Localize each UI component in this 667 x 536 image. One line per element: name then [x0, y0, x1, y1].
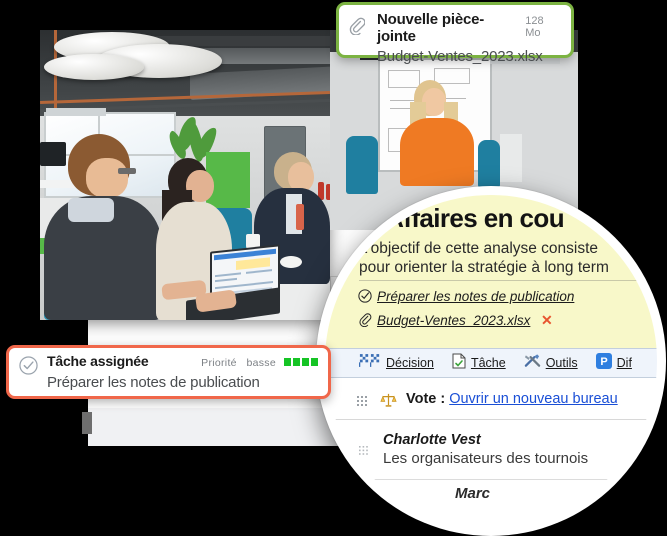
background-document-edge — [82, 412, 92, 434]
file-name-text: Budget-Ventes_2023.xlsx — [377, 313, 531, 328]
priority-label: Priorité basse — [201, 357, 276, 369]
toolbar-item-decision[interactable]: Décision — [359, 353, 434, 373]
p-badge-icon: P — [595, 352, 612, 374]
priority-label-text: Priorité — [201, 357, 237, 369]
person-name: Charlotte Vest — [383, 432, 481, 448]
magnifier-lens: 5. Affaires en cou L'objectif de cette a… — [316, 186, 666, 536]
toolbar-item-task[interactable]: Tâche — [452, 353, 506, 374]
magnifier-viewport: 5. Affaires en cou L'objectif de cette a… — [325, 195, 657, 527]
attachment-notification[interactable]: Nouvelle pièce-jointe 128 Mo Budget-Vent… — [336, 2, 574, 65]
task-document-icon — [452, 353, 466, 374]
person-row: Charlotte Vest Les organisateurs des tou… — [325, 427, 657, 480]
vote-label: Vote : — [406, 391, 446, 407]
priority-value-text: basse — [246, 357, 276, 369]
toolbar-item-diffusion[interactable]: P Dif — [595, 352, 632, 374]
person-row-divider — [359, 479, 657, 480]
document-toolbar: Décision Tâche Outils P Dif — [325, 348, 657, 378]
close-x-icon[interactable]: ✕ — [541, 312, 553, 329]
next-row-text: Marc — [455, 485, 491, 502]
toolbar-item-tools[interactable]: Outils — [524, 353, 578, 374]
linked-task-label[interactable]: Préparer les notes de publication — [377, 289, 574, 304]
attachment-title: Nouvelle pièce-jointe — [377, 11, 485, 45]
screenshot-stage: d... — [0, 0, 667, 536]
drag-grip-icon[interactable] — [359, 442, 368, 455]
paragraph-line-2: pour orienter la stratégie à long term — [359, 259, 609, 276]
toolbar-label-decision: Décision — [386, 356, 434, 370]
section-heading: 5. Affaires en cou — [359, 203, 565, 233]
svg-text:P: P — [600, 356, 607, 368]
vote-row: Vote : Ouvrir un nouveau bureau — [325, 379, 657, 420]
task-notification[interactable]: Tâche assignée Priorité basse Préparer l… — [6, 345, 331, 399]
scales-icon — [380, 391, 397, 408]
section-divider — [359, 280, 657, 281]
office-meeting-photo — [40, 30, 330, 320]
attachment-filename: Budget-Ventes_2023.xlsx — [377, 48, 543, 65]
task-title: Tâche assignée — [47, 353, 149, 369]
person-subtitle: Les organisateurs des tournois — [383, 450, 589, 467]
linked-file-label[interactable]: Budget-Ventes_2023.xlsx — [377, 313, 530, 328]
vote-link[interactable]: Ouvrir un nouveau bureau — [449, 391, 617, 407]
toolbar-label-task: Tâche — [470, 356, 506, 370]
paperclip-icon — [349, 17, 366, 36]
check-circle-icon — [358, 289, 372, 303]
drag-grip-icon[interactable] — [357, 394, 368, 406]
checkered-flags-icon — [359, 353, 381, 373]
section-paragraph: L'objectif de cette analyse consiste pou… — [359, 239, 657, 277]
paragraph-line-1: L'objectif de cette analyse consiste — [359, 240, 599, 257]
toolbar-label-tools: Outils — [545, 356, 578, 370]
magnified-document: 5. Affaires en cou L'objectif de cette a… — [325, 195, 657, 527]
priority-indicator — [284, 358, 318, 366]
tools-icon — [524, 353, 541, 374]
background-document-footer — [88, 408, 348, 446]
toolbar-label-diffusion: Dif — [616, 356, 632, 370]
task-description: Préparer les notes de publication — [47, 374, 260, 391]
paperclip-icon — [358, 312, 372, 328]
attachment-size: 128 Mo — [525, 15, 544, 39]
